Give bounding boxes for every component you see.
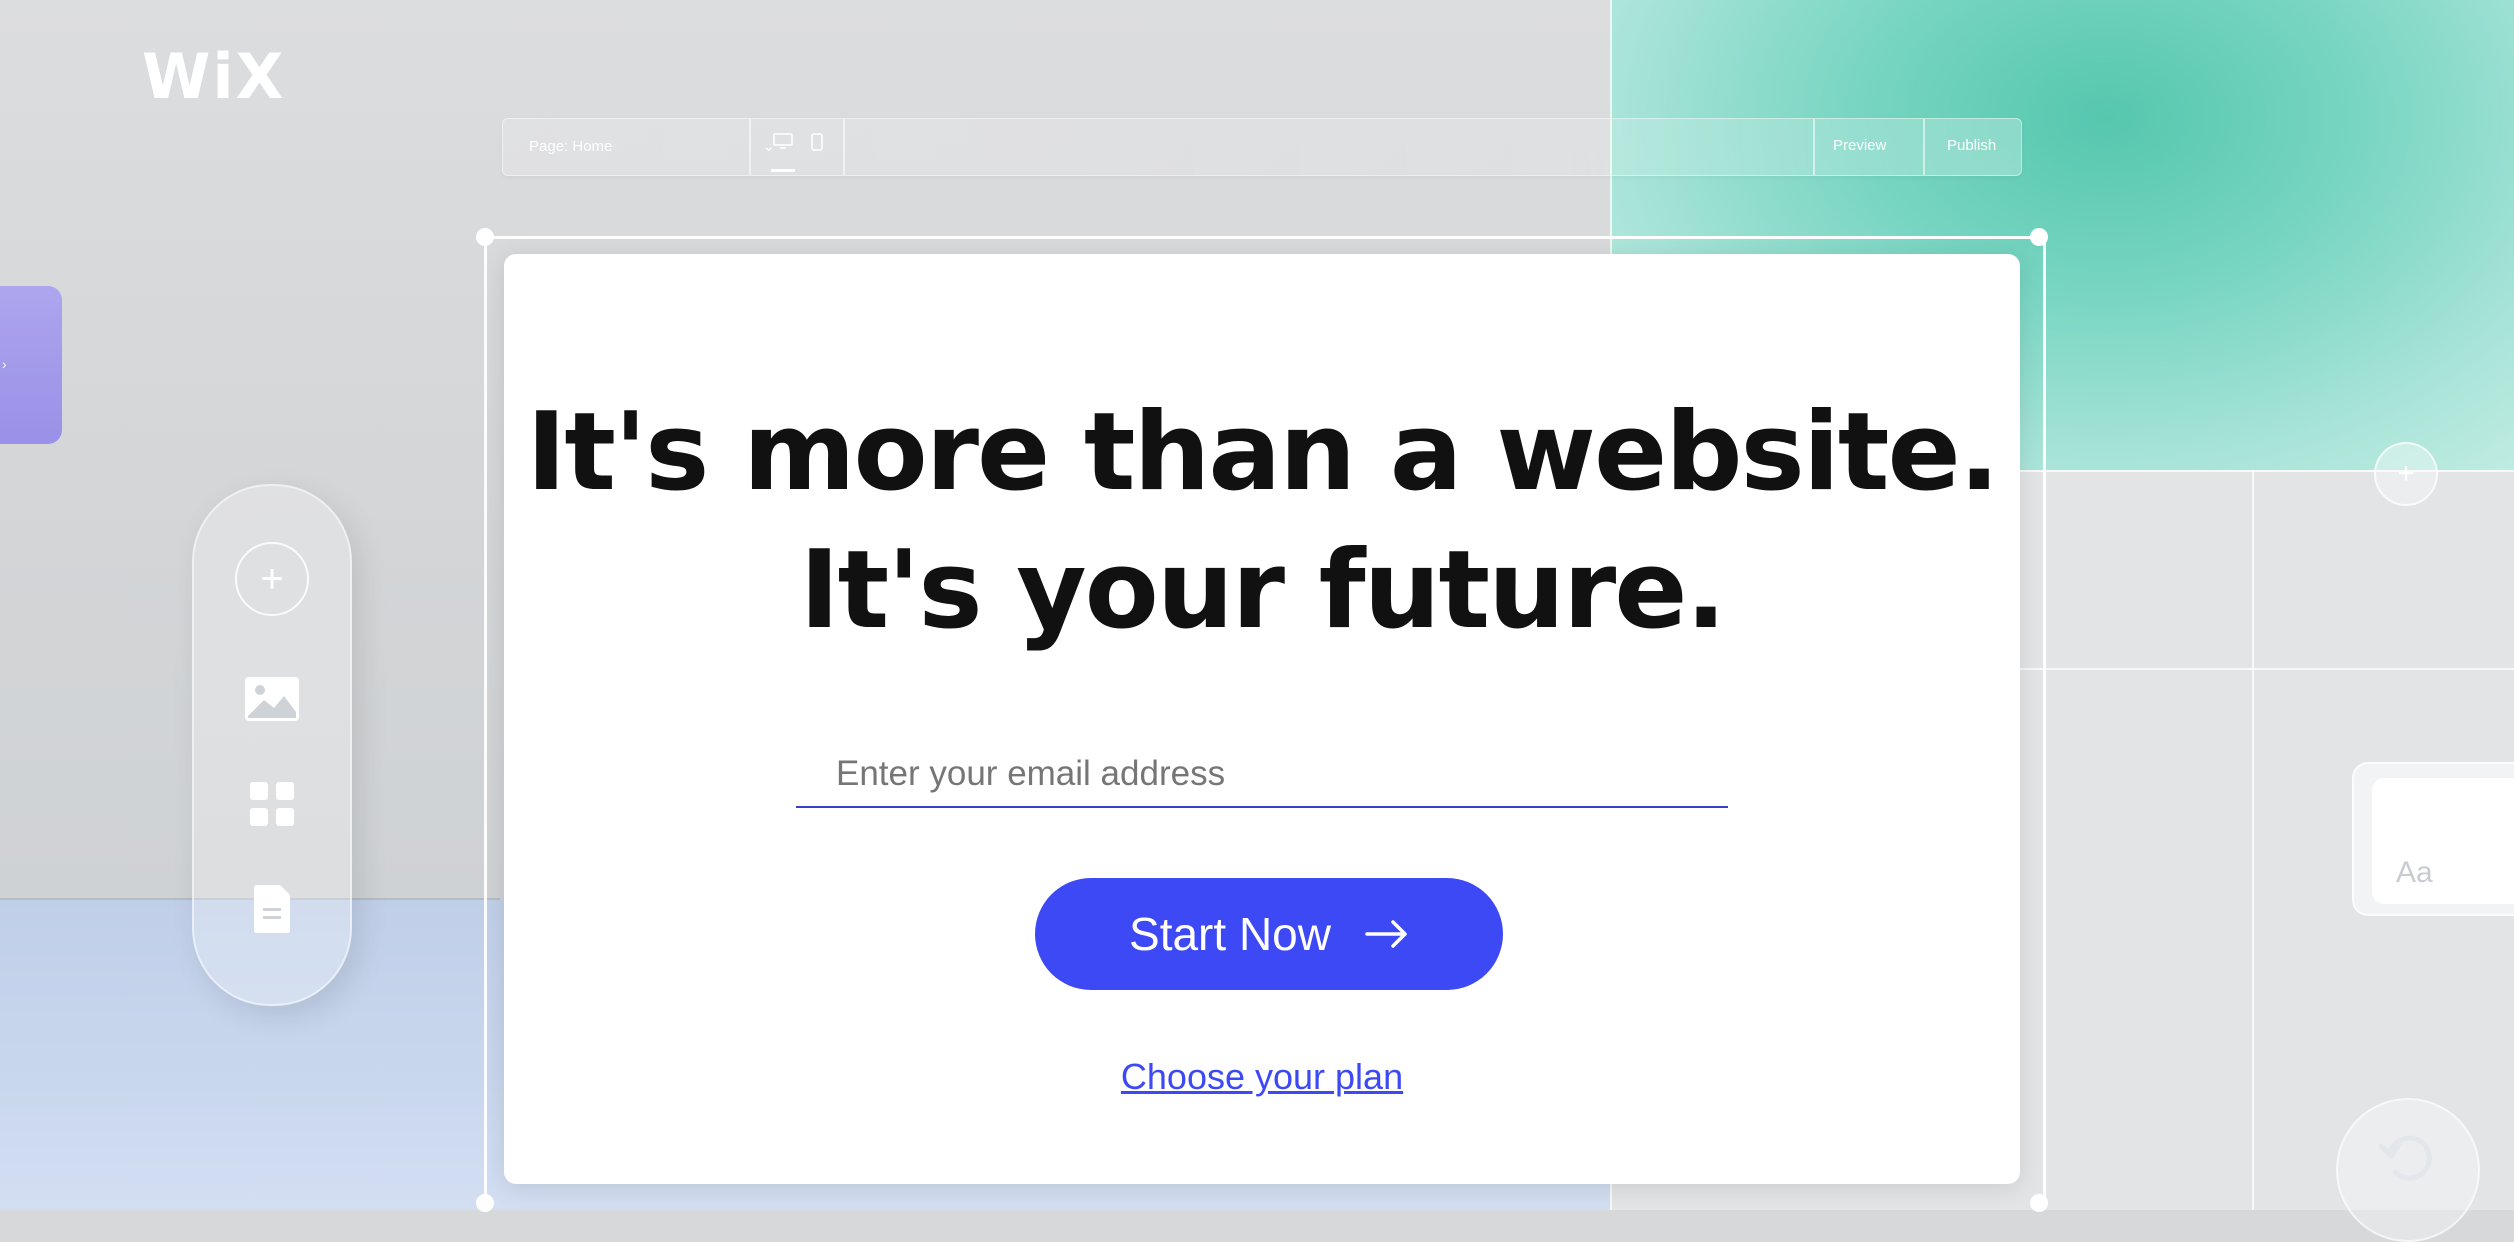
grid-line [2252,470,2254,1210]
add-section-icon: + [2374,442,2438,506]
device-active-indicator [771,169,795,172]
start-now-label: Start Now [1129,908,1331,960]
resize-handle[interactable] [2030,228,2048,246]
desktop-icon[interactable] [773,133,793,154]
text-style-card-inner [2372,778,2514,904]
publish-button[interactable]: Publish [1947,137,1996,154]
arrow-right-icon [1365,907,1409,961]
resize-handle[interactable] [476,1194,494,1212]
start-now-button[interactable]: Start Now [1035,878,1503,990]
resize-handle[interactable] [476,228,494,246]
image-icon [244,676,300,727]
choose-plan-link[interactable]: Choose your plan [504,1056,2020,1098]
resize-handle[interactable] [2030,1194,2048,1212]
text-style-card: Aa [2352,762,2514,916]
mobile-icon[interactable] [811,133,823,156]
headline-line-2: It's your future. [799,528,1726,653]
add-tools-panel: + [192,484,352,1006]
headline-line-1: It's more than a website. [526,390,2000,515]
text-style-label: Aa [2396,856,2433,889]
add-icon: + [235,542,309,616]
apps-grid-icon [250,782,294,831]
page-icon [252,884,292,939]
toolbar-separator [843,119,845,175]
undo-icon [2336,1098,2480,1242]
signup-card: It's more than a website. It's your futu… [504,254,2020,1184]
toolbar-separator [1813,119,1815,175]
hero-headline: It's more than a website. It's your futu… [504,384,2020,660]
toolbar-separator [749,119,751,175]
wix-logo[interactable]: WiX [142,40,285,113]
page-select[interactable]: Page: Home ⌄ [529,137,775,156]
side-tab: › [0,286,62,444]
editor-toolbar: Page: Home ⌄ Preview Publish [502,118,2022,176]
arrow-right-icon: › [2,356,7,372]
page-select-label: Page: Home [529,137,613,155]
toolbar-separator [1923,119,1925,175]
preview-button[interactable]: Preview [1833,137,1886,154]
email-field[interactable] [796,742,1728,808]
